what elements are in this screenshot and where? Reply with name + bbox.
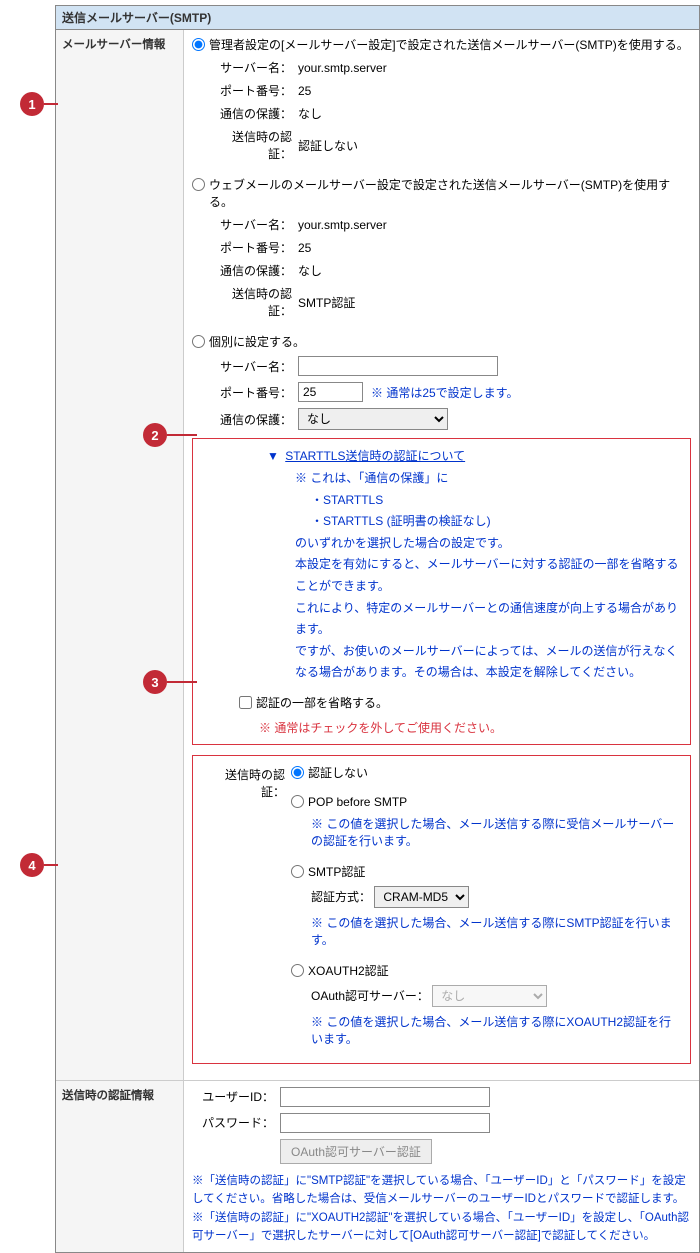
password-input[interactable] xyxy=(280,1113,490,1133)
oauth-server-label: OAuth認可サーバー： xyxy=(311,989,429,1003)
radio-custom-smtp[interactable] xyxy=(192,335,205,348)
custom-secure-select[interactable]: なし xyxy=(298,408,448,430)
panel-title: 送信メールサーバー(SMTP) xyxy=(56,6,699,30)
radio-auth-smtp-label: SMTP認証 xyxy=(308,863,365,880)
radio-auth-xoauth2-label: XOAUTH2認証 xyxy=(308,962,389,979)
starttls-red-note: ※ 通常はチェックを外してご使用ください。 xyxy=(259,719,680,736)
annotation-line-3 xyxy=(167,681,197,683)
annotation-badge-1: 1 xyxy=(20,92,44,116)
send-auth-box: 送信時の認証： 認証しない P xyxy=(192,755,691,1064)
opt1-server-label: サーバー名： xyxy=(212,59,292,76)
opt1-port-label: ポート番号： xyxy=(212,82,292,99)
custom-port-input[interactable] xyxy=(298,382,363,402)
smtp-settings-panel: 送信メールサーバー(SMTP) メールサーバー情報 管理者設定の[メールサーバー… xyxy=(55,5,700,1253)
radio-use-webmail-smtp[interactable] xyxy=(192,178,205,191)
annotation-badge-3: 3 xyxy=(143,670,167,694)
port-note: ※ 通常は25で設定します。 xyxy=(371,384,518,401)
opt2-secure-value: なし xyxy=(298,262,322,279)
starttls-line2: のいずれかを選択した場合の設定です。 xyxy=(295,533,680,555)
chevron-down-icon: ▼ xyxy=(267,449,279,463)
opt1-secure-label: 通信の保護： xyxy=(212,105,292,122)
opt2-server-label: サーバー名： xyxy=(212,216,292,233)
starttls-bullet2: ・STARTTLS (証明書の検証なし) xyxy=(311,511,680,533)
radio-auth-smtp[interactable] xyxy=(291,865,304,878)
opt2-server-value: your.smtp.server xyxy=(298,218,387,232)
starttls-link[interactable]: STARTTLS送信時の認証について xyxy=(285,449,465,463)
radio-use-admin-smtp-label: 管理者設定の[メールサーバー設定]で設定された送信メールサーバー(SMTP)を使… xyxy=(209,36,689,53)
opt2-port-label: ポート番号： xyxy=(212,239,292,256)
auth-method-label: 認証方式： xyxy=(311,890,371,904)
auth-pop-note: ※ この値を選択した場合、メール送信する際に受信メールサーバーの認証を行います。 xyxy=(311,815,680,849)
auth-xoauth2-note: ※ この値を選択した場合、メール送信する際にXOAUTH2認証を行います。 xyxy=(311,1013,680,1047)
radio-auth-pop-label: POP before SMTP xyxy=(308,795,407,809)
opt2-auth-value: SMTP認証 xyxy=(298,294,355,311)
radio-auth-pop[interactable] xyxy=(291,795,304,808)
starttls-bullet1: ・STARTTLS xyxy=(311,490,680,512)
skip-auth-checkbox-label: 認証の一部を省略する。 xyxy=(256,694,388,711)
opt2-secure-label: 通信の保護： xyxy=(212,262,292,279)
annotation-badge-2: 2 xyxy=(143,423,167,447)
radio-auth-none-label: 認証しない xyxy=(308,764,368,781)
starttls-line1: ※ これは、「通信の保護」に xyxy=(295,468,680,490)
annotation-line-4 xyxy=(44,864,58,866)
opt3-secure-label: 通信の保護： xyxy=(212,411,292,428)
starttls-line4: これにより、特定のメールサーバーとの通信速度が向上する場合があります。 xyxy=(295,598,680,641)
auth-info-label: 送信時の認証情報 xyxy=(56,1081,184,1252)
annotation-line-2 xyxy=(167,434,197,436)
radio-use-webmail-smtp-label: ウェブメールのメールサーバー設定で設定された送信メールサーバー(SMTP)を使用… xyxy=(209,176,691,210)
starttls-info-box: ▼ STARTTLS送信時の認証について ※ これは、「通信の保護」に ・STA… xyxy=(192,438,691,745)
opt2-port-value: 25 xyxy=(298,241,311,255)
mail-server-info-label: メールサーバー情報 xyxy=(56,30,184,1080)
opt1-auth-label: 送信時の認証： xyxy=(212,128,292,162)
starttls-line3: 本設定を有効にすると、メールサーバーに対する認証の一部を省略することができます。 xyxy=(295,554,680,597)
radio-use-admin-smtp[interactable] xyxy=(192,38,205,51)
opt1-auth-value: 認証しない xyxy=(298,137,358,154)
auth-info-note1: ※「送信時の認証」に"SMTP認証"を選択している場合、「ユーザーID」と「パス… xyxy=(192,1172,691,1209)
starttls-line5: ですが、お使いのメールサーバーによっては、メールの送信が行えなくなる場合がありま… xyxy=(295,641,680,684)
radio-custom-smtp-label: 個別に設定する。 xyxy=(209,333,305,350)
user-id-input[interactable] xyxy=(280,1087,490,1107)
oauth-server-select: なし xyxy=(432,985,547,1007)
radio-auth-xoauth2[interactable] xyxy=(291,964,304,977)
custom-server-input[interactable] xyxy=(298,356,498,376)
auth-info-note2: ※「送信時の認証」に"XOAUTH2認証"を選択している場合、「ユーザーID」を… xyxy=(192,1209,691,1246)
user-id-label: ユーザーID： xyxy=(192,1088,274,1105)
auth-smtp-note: ※ この値を選択した場合、メール送信する際にSMTP認証を行います。 xyxy=(311,914,680,948)
send-auth-label: 送信時の認証： xyxy=(203,764,291,800)
skip-auth-checkbox[interactable] xyxy=(239,696,252,709)
annotation-badge-4: 4 xyxy=(20,853,44,877)
auth-method-select[interactable]: CRAM-MD5 xyxy=(374,886,469,908)
opt3-server-label: サーバー名： xyxy=(212,358,292,375)
annotation-line-1 xyxy=(44,103,58,105)
password-label: パスワード： xyxy=(192,1114,274,1131)
opt2-auth-label: 送信時の認証： xyxy=(212,285,292,319)
opt1-port-value: 25 xyxy=(298,84,311,98)
opt1-secure-value: なし xyxy=(298,105,322,122)
oauth-auth-button: OAuth認可サーバー認証 xyxy=(280,1139,432,1164)
radio-auth-none[interactable] xyxy=(291,766,304,779)
opt1-server-value: your.smtp.server xyxy=(298,61,387,75)
opt3-port-label: ポート番号： xyxy=(212,384,292,401)
